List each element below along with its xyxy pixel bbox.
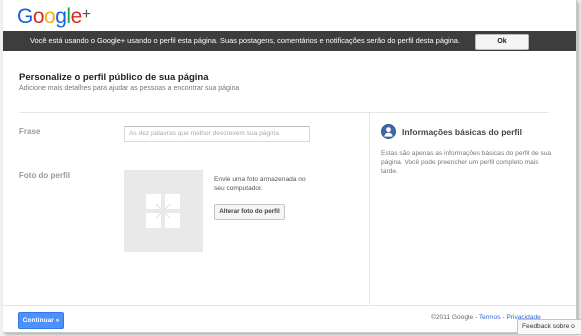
frase-label: Frase (19, 127, 41, 136)
profile-person-icon (381, 124, 396, 139)
ok-button[interactable]: Ok (475, 34, 529, 50)
page-frame: Google+ Você está usando o Google+ usand… (3, 0, 577, 333)
feedback-button[interactable]: Feedback sobre o (517, 319, 581, 335)
photo-label: Foto do perfil (19, 171, 71, 180)
footer-divider (3, 305, 576, 306)
info-title: Informações básicas do perfil (402, 127, 522, 137)
terms-link[interactable]: Termos (479, 314, 501, 321)
page-subtitle: Adicione mais detalhes para ajudar as pe… (19, 85, 240, 92)
continue-button[interactable]: Continuar » (18, 312, 64, 329)
page-title: Personalize o perfil público de sua pági… (19, 72, 209, 83)
notice-message: Você está usando o Google+ usando o perf… (30, 36, 460, 45)
google-plus-logo[interactable]: Google+ (17, 3, 91, 29)
top-bar: Google+ (3, 0, 576, 31)
frase-input[interactable] (124, 126, 310, 142)
profile-photo-placeholder (124, 170, 203, 252)
change-photo-button[interactable]: Alterar foto do perfil (214, 204, 285, 220)
copyright-text: ©2011 Google (431, 314, 474, 321)
notice-bar: Você está usando o Google+ usando o perf… (3, 31, 576, 51)
photo-placeholder-icon (146, 194, 180, 228)
section-divider (19, 112, 549, 113)
info-text: Estas são apenas as informações básicas … (381, 150, 552, 175)
photo-upload-hint: Envie uma foto armazenada no seu computa… (214, 176, 306, 192)
column-divider (369, 113, 370, 305)
